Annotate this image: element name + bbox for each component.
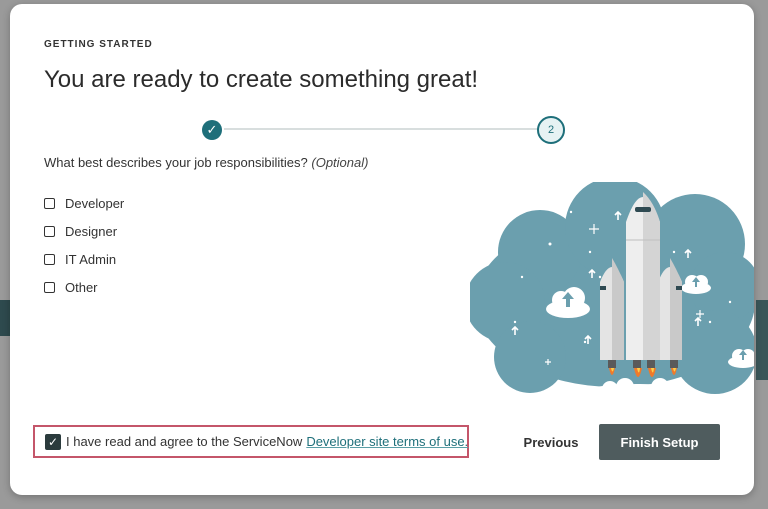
- job-question: What best describes your job responsibil…: [44, 155, 368, 170]
- rocket-body: [626, 192, 660, 368]
- checkmark-icon: ✓: [206, 122, 218, 137]
- modal-eyebrow: GETTING STARTED: [44, 39, 153, 50]
- terms-checkbox[interactable]: ✓: [45, 433, 61, 450]
- terms-agreement[interactable]: ✓ I have read and agree to the ServiceNo…: [33, 425, 469, 458]
- option-other[interactable]: Other: [44, 273, 124, 301]
- finish-setup-button[interactable]: Finish Setup: [599, 424, 720, 460]
- terms-of-use-link[interactable]: Developer site terms of use.: [306, 434, 468, 449]
- step-2-current: 2: [537, 116, 565, 144]
- checkbox[interactable]: [44, 281, 55, 293]
- option-it-admin[interactable]: IT Admin: [44, 245, 124, 273]
- checkbox[interactable]: [44, 253, 55, 265]
- option-developer[interactable]: Developer: [44, 189, 124, 217]
- checkbox[interactable]: [44, 197, 55, 209]
- option-designer[interactable]: Designer: [44, 217, 124, 245]
- option-label: Designer: [65, 223, 118, 239]
- checkbox[interactable]: [44, 225, 55, 237]
- step-1-complete: ✓: [202, 120, 222, 140]
- option-label: Developer: [65, 195, 125, 211]
- getting-started-modal: GETTING STARTED You are ready to create …: [10, 4, 754, 495]
- checkmark-icon: ✓: [47, 434, 59, 449]
- modal-title: You are ready to create something great!: [44, 66, 479, 93]
- option-label: Other: [65, 279, 98, 295]
- option-label: IT Admin: [65, 251, 117, 267]
- backdrop-element: [0, 300, 10, 336]
- job-question-text: What best describes your job responsibil…: [44, 155, 308, 170]
- stepper-line: [224, 128, 537, 130]
- rocket-launch-illustration: [470, 182, 754, 398]
- terms-text: I have read and agree to the ServiceNow: [66, 434, 303, 449]
- backdrop-element: [756, 300, 768, 380]
- previous-button[interactable]: Previous: [515, 428, 587, 456]
- job-options-list: Developer Designer IT Admin Other: [44, 189, 124, 301]
- progress-stepper: ✓ 2: [202, 116, 567, 144]
- optional-label: (Optional): [311, 155, 369, 170]
